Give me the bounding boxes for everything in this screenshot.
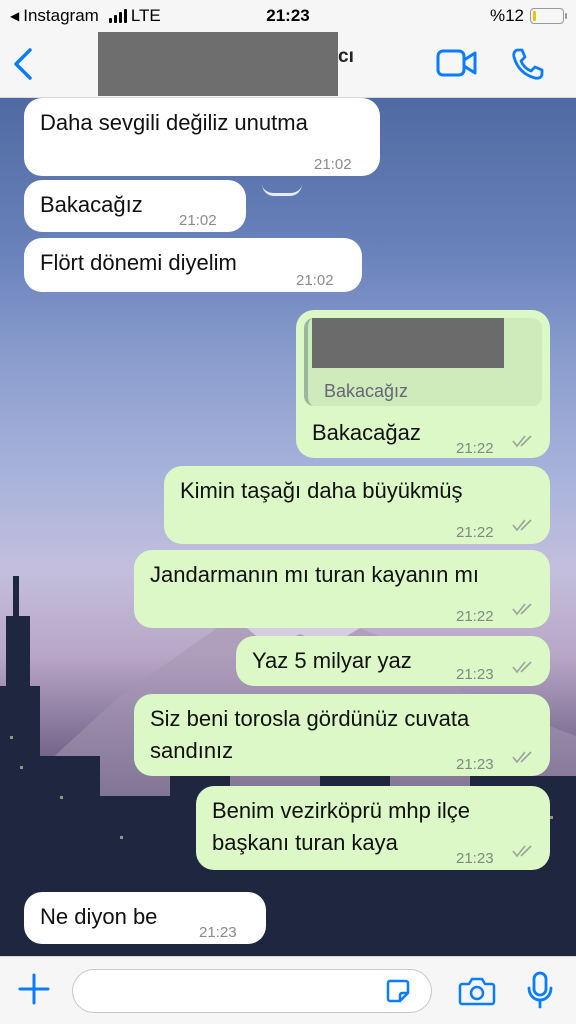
message-text: Jandarmanın mı turan kayanın mı xyxy=(150,562,479,587)
read-ticks-icon xyxy=(512,845,532,858)
message-outgoing[interactable]: Yaz 5 milyar yaz 21:23 xyxy=(236,636,550,686)
message-text-line2: başkanı turan kaya xyxy=(212,830,398,855)
video-call-icon[interactable] xyxy=(436,48,478,78)
message-incoming[interactable]: Daha sevgili değiliz unutma 21:02 xyxy=(24,98,380,176)
message-text: Daha sevgili değiliz unutma xyxy=(40,110,308,135)
plus-icon[interactable] xyxy=(16,971,52,1007)
chat-area[interactable]: Daha sevgili değiliz unutma 21:02 Bakaca… xyxy=(0,98,576,956)
message-text: Bakacağaz xyxy=(312,420,421,445)
battery-percent: %12 xyxy=(489,6,524,25)
chat-header: cı xyxy=(0,32,576,98)
message-text: Flört dönemi diyelim xyxy=(40,250,237,275)
message-outgoing[interactable]: Jandarmanın mı turan kayanın mı 21:22 xyxy=(134,550,550,628)
message-outgoing[interactable]: Benim vezirköprü mhp ilçe başkanı turan … xyxy=(196,786,550,870)
message-time: 21:23 xyxy=(199,924,237,941)
message-incoming[interactable]: Flört dönemi diyelim 21:02 xyxy=(24,238,362,292)
message-time: 21:23 xyxy=(456,850,494,867)
message-text: Bakacağız xyxy=(40,192,143,217)
back-chevron-icon[interactable] xyxy=(10,46,40,82)
message-time: 21:22 xyxy=(456,524,494,541)
contact-name-tail: cı xyxy=(338,46,354,67)
message-outgoing-reply[interactable]: Bakacağız Bakacağaz 21:22 xyxy=(296,310,550,458)
message-input-bar xyxy=(0,956,576,1024)
message-time: 21:02 xyxy=(179,212,217,229)
message-outgoing[interactable]: Siz beni torosla gördünüz cuvata sandını… xyxy=(134,694,550,776)
microphone-icon[interactable] xyxy=(526,971,554,1009)
read-ticks-icon xyxy=(512,603,532,616)
read-ticks-icon xyxy=(512,661,532,674)
battery-icon xyxy=(530,8,567,24)
read-ticks-icon xyxy=(512,751,532,764)
message-time: 21:02 xyxy=(314,156,352,173)
message-time: 21:02 xyxy=(296,272,334,289)
message-time: 21:23 xyxy=(456,666,494,683)
camera-icon[interactable] xyxy=(458,975,496,1007)
message-text: Ne diyon be xyxy=(40,904,158,929)
phone-call-icon[interactable] xyxy=(510,46,546,82)
message-time: 21:22 xyxy=(456,608,494,625)
status-bar: ◀ Instagram LTE 21:23 %12 xyxy=(0,0,576,32)
quoted-message-text: Bakacağız xyxy=(324,381,409,401)
message-text: Benim vezirköprü mhp ilçe xyxy=(212,798,470,823)
wallpaper-moon xyxy=(262,184,302,196)
read-ticks-icon xyxy=(512,435,532,448)
read-ticks-icon xyxy=(512,519,532,532)
message-incoming[interactable]: Ne diyon be 21:23 xyxy=(24,892,266,944)
message-text-line2: sandınız xyxy=(150,738,234,763)
message-text: Kimin taşağı daha büyükmüş xyxy=(180,478,463,503)
redacted-quoted-sender xyxy=(312,318,504,368)
message-incoming[interactable]: Bakacağız 21:02 xyxy=(24,180,246,232)
redacted-contact-name[interactable] xyxy=(98,32,338,96)
message-text: Siz beni torosla gördünüz cuvata xyxy=(150,706,470,731)
sticker-icon[interactable] xyxy=(384,977,412,1005)
message-text: Yaz 5 milyar yaz xyxy=(252,648,412,673)
message-input[interactable] xyxy=(72,969,432,1013)
message-time: 21:23 xyxy=(456,756,494,773)
message-time: 21:22 xyxy=(456,440,494,457)
quoted-message[interactable]: Bakacağız xyxy=(304,318,542,406)
message-outgoing[interactable]: Kimin taşağı daha büyükmüş 21:22 xyxy=(164,466,550,544)
